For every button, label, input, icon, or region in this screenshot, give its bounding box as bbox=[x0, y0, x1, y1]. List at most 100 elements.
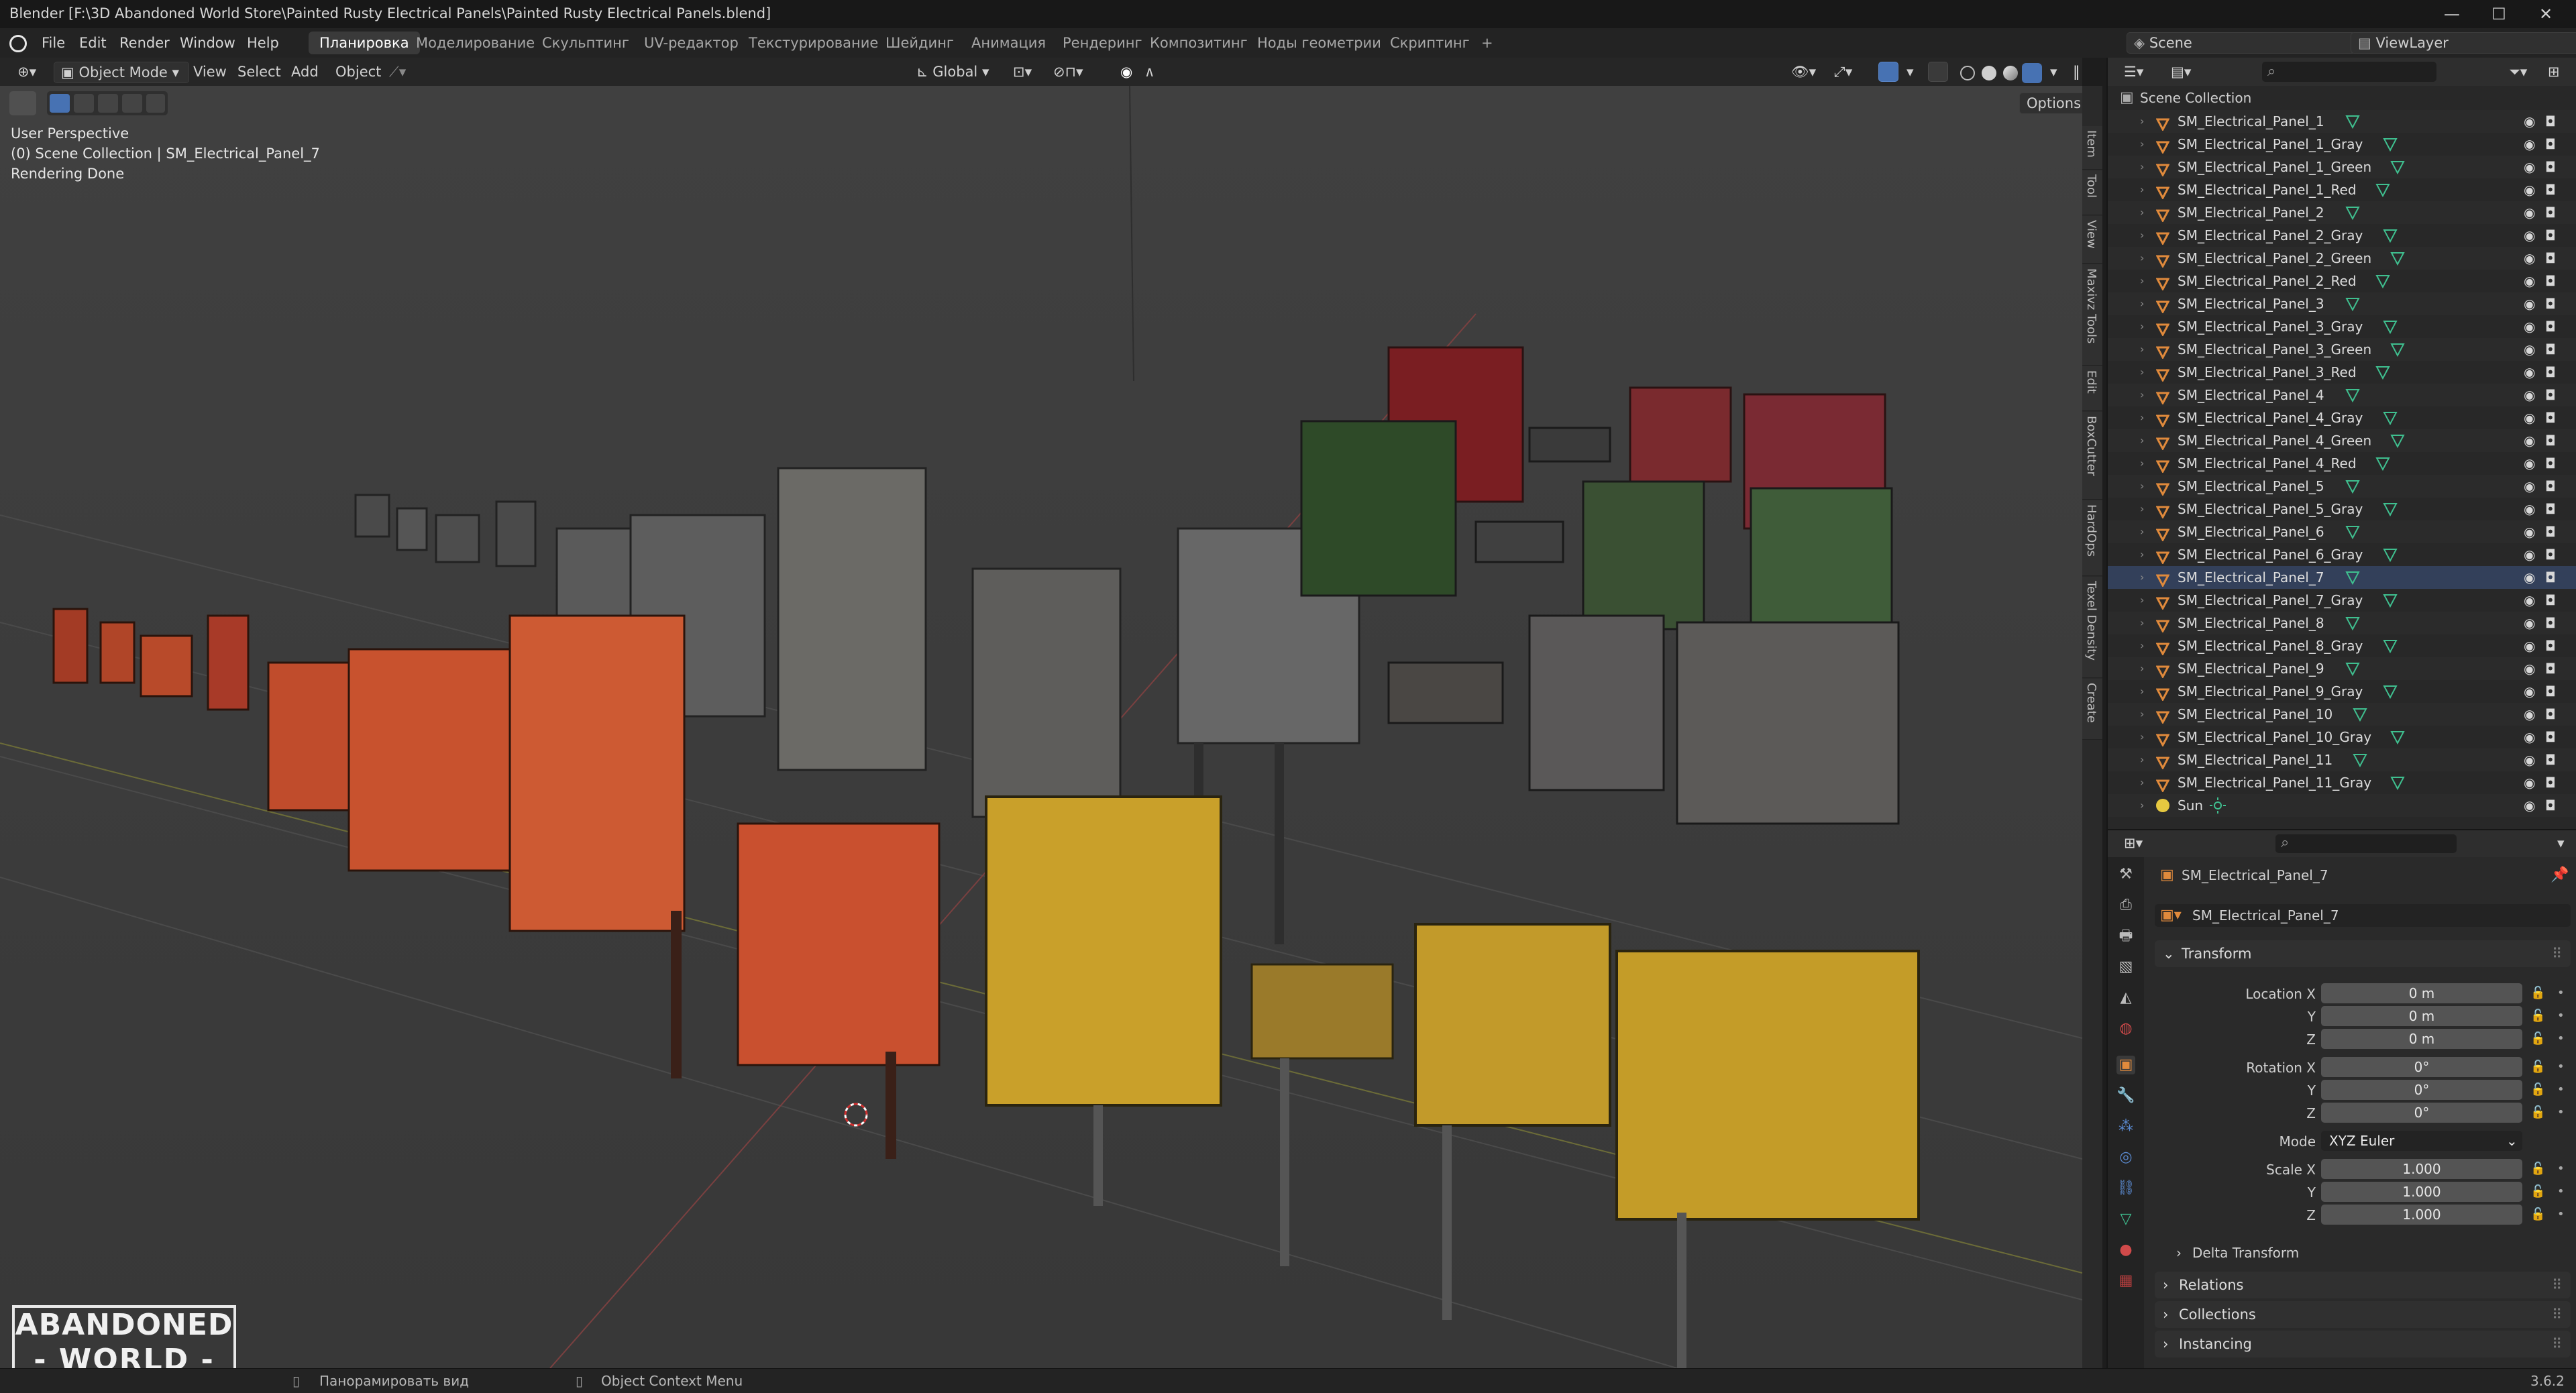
render-camera-icon[interactable]: ◘ bbox=[2545, 612, 2556, 634]
lock-icon[interactable]: 🔓 bbox=[2530, 1009, 2545, 1023]
visibility-eye-icon[interactable]: ◉ bbox=[2524, 498, 2535, 520]
render-camera-icon[interactable]: ◘ bbox=[2545, 110, 2556, 133]
outliner-row[interactable]: › SM_Electrical_Panel_7 ◉ ◘ bbox=[2108, 566, 2576, 589]
instancing-section-header[interactable]: › Instancing ⠿ bbox=[2155, 1331, 2571, 1357]
render-camera-icon[interactable]: ◘ bbox=[2545, 338, 2556, 361]
expand-arrow-icon[interactable]: › bbox=[2140, 703, 2144, 726]
mesh-data-icon[interactable] bbox=[2375, 455, 2391, 471]
object-name-field[interactable]: ▣▾ SM_Electrical_Panel_7 bbox=[2155, 904, 2571, 927]
mesh-data-icon[interactable] bbox=[2382, 592, 2398, 608]
render-camera-icon[interactable]: ◘ bbox=[2545, 566, 2556, 589]
delta-transform-subpanel[interactable]: › Delta Transform bbox=[2168, 1241, 2571, 1265]
visibility-eye-icon[interactable]: ◉ bbox=[2524, 520, 2535, 543]
options-dropdown[interactable]: Options ▾ bbox=[2019, 93, 2082, 114]
expand-arrow-icon[interactable]: › bbox=[2140, 794, 2144, 817]
expand-arrow-icon[interactable]: › bbox=[2140, 452, 2144, 475]
relations-section-header[interactable]: › Relations ⠿ bbox=[2155, 1272, 2571, 1298]
keyframe-dot-icon[interactable]: • bbox=[2557, 1009, 2565, 1023]
visibility-eye-icon[interactable]: ◉ bbox=[2524, 748, 2535, 771]
outliner-row[interactable]: › SM_Electrical_Panel_11 ◉ ◘ bbox=[2108, 748, 2576, 771]
expand-arrow-icon[interactable]: › bbox=[2140, 771, 2144, 794]
filter-icon[interactable]: ⏷▾ bbox=[2502, 62, 2534, 82]
render-camera-icon[interactable]: ◘ bbox=[2545, 543, 2556, 566]
outliner-row[interactable]: › SM_Electrical_Panel_10_Gray ◉ ◘ bbox=[2108, 726, 2576, 748]
mesh-data-icon[interactable] bbox=[2390, 433, 2406, 449]
expand-arrow-icon[interactable]: › bbox=[2140, 292, 2144, 315]
expand-arrow-icon[interactable]: › bbox=[2140, 247, 2144, 270]
render-camera-icon[interactable]: ◘ bbox=[2545, 247, 2556, 270]
render-camera-icon[interactable]: ◘ bbox=[2545, 589, 2556, 612]
scale-x-field[interactable]: 1.000 bbox=[2321, 1159, 2522, 1179]
shading-dropdown-icon[interactable]: ▾ bbox=[2043, 62, 2064, 82]
select-subtract-icon[interactable] bbox=[98, 94, 118, 113]
outliner-editor-type-icon[interactable]: ☰▾ bbox=[2117, 62, 2150, 82]
expand-arrow-icon[interactable]: › bbox=[2140, 612, 2144, 634]
render-camera-icon[interactable]: ◘ bbox=[2545, 703, 2556, 726]
visibility-eye-icon[interactable]: ◉ bbox=[2524, 338, 2535, 361]
keyframe-dot-icon[interactable]: • bbox=[2557, 1207, 2565, 1221]
modifier-tab-icon[interactable]: 🔧 bbox=[2116, 1086, 2135, 1105]
visibility-eye-icon[interactable]: ◉ bbox=[2524, 703, 2535, 726]
visibility-eye-icon[interactable]: ◉ bbox=[2524, 224, 2535, 247]
new-collection-icon[interactable]: ⊞ bbox=[2541, 62, 2567, 82]
instancing-drag-icon[interactable]: ⠿ bbox=[2552, 1331, 2562, 1357]
expand-arrow-icon[interactable]: › bbox=[2140, 406, 2144, 429]
visibility-eye-icon[interactable]: ◉ bbox=[2524, 406, 2535, 429]
properties-search-input[interactable]: ⌕ bbox=[2275, 834, 2457, 853]
outliner-row[interactable]: › SM_Electrical_Panel_1 ◉ ◘ bbox=[2108, 110, 2576, 133]
expand-arrow-icon[interactable]: › bbox=[2140, 384, 2144, 406]
menu-edit[interactable]: Edit bbox=[72, 32, 113, 54]
transform-section-header[interactable]: ⌄ Transform ⠿ bbox=[2155, 940, 2571, 967]
transform-orientation-selector[interactable]: ⊾ Global ▾ bbox=[910, 62, 1010, 82]
outliner-row[interactable]: › SM_Electrical_Panel_3_Green ◉ ◘ bbox=[2108, 338, 2576, 361]
outliner-row[interactable]: › SM_Electrical_Panel_2 ◉ ◘ bbox=[2108, 201, 2576, 224]
editor-type-icon[interactable]: ⊕▾ bbox=[11, 62, 43, 82]
mesh-data-icon[interactable] bbox=[2390, 250, 2406, 266]
visibility-eye-icon[interactable]: ◉ bbox=[2524, 178, 2535, 201]
visibility-eye-icon[interactable]: ◉ bbox=[2524, 566, 2535, 589]
lock-icon[interactable]: 🔓 bbox=[2530, 1105, 2545, 1119]
render-camera-icon[interactable]: ◘ bbox=[2545, 224, 2556, 247]
expand-arrow-icon[interactable]: › bbox=[2140, 520, 2144, 543]
mesh-data-icon[interactable] bbox=[2382, 501, 2398, 517]
mesh-data-icon[interactable] bbox=[2382, 227, 2398, 243]
keyframe-dot-icon[interactable]: • bbox=[2557, 1060, 2565, 1074]
pin-icon[interactable]: 📌 bbox=[2551, 864, 2569, 887]
visibility-eye-icon[interactable]: ◉ bbox=[2524, 771, 2535, 794]
mesh-data-icon[interactable] bbox=[2382, 638, 2398, 654]
pivot-icon[interactable]: ⊡▾ bbox=[1006, 62, 1038, 82]
outliner-row[interactable]: › SM_Electrical_Panel_8_Gray ◉ ◘ bbox=[2108, 634, 2576, 657]
mesh-data-icon[interactable] bbox=[2345, 524, 2361, 540]
outliner-row[interactable]: › SM_Electrical_Panel_11_Gray ◉ ◘ bbox=[2108, 771, 2576, 794]
expand-arrow-icon[interactable]: › bbox=[2140, 475, 2144, 498]
texture-tab-icon[interactable]: ▦ bbox=[2116, 1272, 2135, 1290]
expand-arrow-icon[interactable]: › bbox=[2140, 726, 2144, 748]
light-data-icon[interactable] bbox=[2209, 797, 2226, 814]
expand-arrow-icon[interactable]: › bbox=[2140, 338, 2144, 361]
constraints-tab-icon[interactable]: ⛓ bbox=[2116, 1179, 2135, 1198]
visibility-eye-icon[interactable]: ◉ bbox=[2524, 726, 2535, 748]
menu-file[interactable]: File bbox=[35, 32, 72, 54]
lock-icon[interactable]: 🔓 bbox=[2530, 1032, 2545, 1046]
mesh-data-icon[interactable] bbox=[2345, 387, 2361, 403]
workspace-tab-texture[interactable]: Текстурирование bbox=[738, 32, 889, 54]
outliner-row[interactable]: › SM_Electrical_Panel_3 ◉ ◘ bbox=[2108, 292, 2576, 315]
data-tab-icon[interactable]: ▽ bbox=[2116, 1210, 2135, 1229]
mesh-data-icon[interactable] bbox=[2390, 159, 2406, 175]
workspace-tab-rendering[interactable]: Рендеринг bbox=[1052, 32, 1153, 54]
mesh-data-icon[interactable] bbox=[2345, 478, 2361, 494]
location-z-field[interactable]: 0 m bbox=[2321, 1029, 2522, 1049]
drag-handle-icon[interactable]: ⠿ bbox=[2552, 940, 2562, 967]
outliner-row[interactable]: › SM_Electrical_Panel_4 ◉ ◘ bbox=[2108, 384, 2576, 406]
output-tab-icon[interactable]: 🖶 bbox=[2116, 927, 2135, 946]
add-menu[interactable]: Add bbox=[284, 62, 325, 82]
select-extend-icon[interactable] bbox=[74, 94, 94, 113]
visibility-eye-icon[interactable]: ◉ bbox=[2524, 133, 2535, 156]
visibility-eye-icon[interactable]: ◉ bbox=[2524, 452, 2535, 475]
visibility-eye-icon[interactable]: ◉ bbox=[2524, 315, 2535, 338]
viewlayer-selector[interactable]: ▤ ViewLayer bbox=[2351, 32, 2576, 54]
render-camera-icon[interactable]: ◘ bbox=[2545, 361, 2556, 384]
workspace-tab-layout[interactable]: Планировка bbox=[309, 32, 420, 54]
outliner-row[interactable]: › SM_Electrical_Panel_2_Green ◉ ◘ bbox=[2108, 247, 2576, 270]
render-camera-icon[interactable]: ◘ bbox=[2545, 748, 2556, 771]
